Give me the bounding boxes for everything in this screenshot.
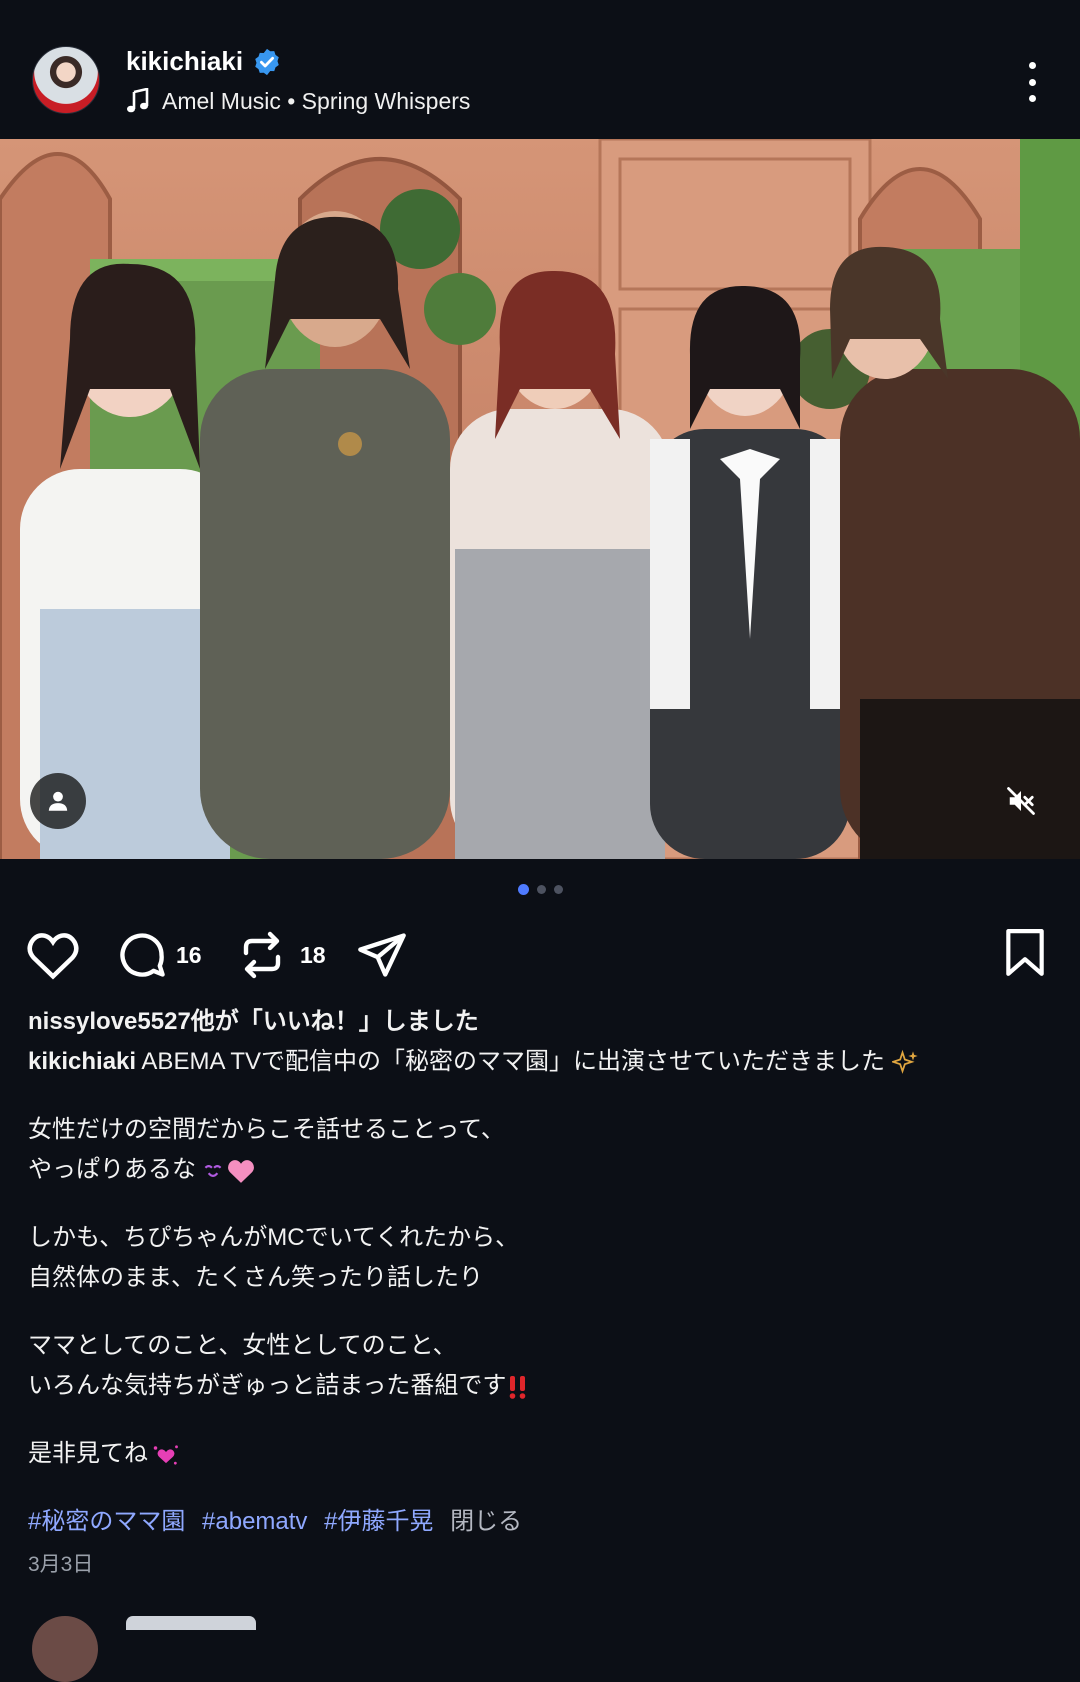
group-photo-image	[0, 139, 1080, 859]
music-attribution[interactable]: Amel Music • Spring Whispers	[126, 86, 470, 116]
share-button[interactable]	[356, 925, 408, 985]
avatar[interactable]	[32, 46, 100, 114]
post-date: 3月3日	[28, 1553, 94, 1576]
save-button[interactable]	[1003, 923, 1047, 983]
hashtag-link[interactable]: #abematv	[202, 1508, 307, 1535]
collapse-caption-link[interactable]: 閉じる	[450, 1508, 522, 1535]
carousel-dot-active	[517, 884, 529, 895]
post-caption: nissylove5527他が「いいね！」しました kikichiaki ABE…	[28, 1002, 1058, 1542]
next-post-username[interactable]	[126, 1616, 256, 1630]
like-button[interactable]	[26, 925, 80, 985]
repost-count: 18	[300, 941, 326, 968]
carousel-dot	[553, 885, 563, 894]
hashtag-list: #秘密のママ園 #abematv #伊藤千晃 閉じる	[28, 1502, 1058, 1542]
post-photo[interactable]	[0, 139, 1080, 859]
post-header: kikichiaki Amel Music • Spring Whispers	[0, 0, 1080, 138]
heart-sparkle-icon	[153, 1445, 178, 1465]
comment-count: 16	[176, 941, 202, 968]
carousel-indicator	[0, 884, 1080, 895]
mute-audio-button[interactable]	[993, 773, 1049, 829]
user-tags-button[interactable]	[30, 773, 86, 829]
caption-paragraph: 女性だけの空間だからこそ話せることって、 やっぱりあるな	[28, 1116, 505, 1183]
more-options-button[interactable]	[1017, 62, 1047, 102]
mute-icon	[1007, 787, 1035, 815]
double-exclamation-icon	[510, 1375, 526, 1399]
caption-author[interactable]: kikichiaki	[28, 1048, 136, 1075]
heart-outline-icon	[27, 933, 79, 980]
caption-text: ABEMA TVで配信中の「秘密のママ園」に出演させていただきました	[141, 1048, 886, 1075]
repost-button[interactable]: 18	[238, 925, 326, 985]
caption-paragraph: ママとしてのこと、女性としてのこと、 いろんな気持ちがぎゅっと詰まった番組です	[28, 1326, 1058, 1406]
comment-button[interactable]: 16	[116, 925, 202, 985]
user-tag-icon	[48, 791, 68, 811]
username[interactable]: kikichiaki	[126, 46, 243, 77]
next-post-avatar[interactable]	[32, 1616, 98, 1682]
sparkles-icon	[891, 1049, 918, 1074]
action-bar: 16 18	[0, 925, 1080, 995]
caption-paragraph: 是非見てね	[28, 1434, 1058, 1474]
pink-heart-icon	[228, 1159, 254, 1183]
carousel-dot	[536, 885, 546, 894]
likes-summary[interactable]: nissylove5527他が「いいね！」しました	[28, 1002, 1058, 1042]
repost-icon	[243, 931, 281, 979]
music-note-icon	[127, 88, 149, 113]
caption-paragraph: しかも、ちぴちゃんがMCでいてくれたから、 自然体のまま、たくさん笑ったり話した…	[28, 1224, 520, 1291]
hashtag-link[interactable]: #秘密のママ園	[28, 1508, 185, 1535]
hashtag-link[interactable]: #伊藤千晃	[324, 1508, 433, 1535]
bookmark-outline-icon	[1006, 929, 1044, 976]
more-vertical-icon	[1028, 62, 1036, 69]
verified-badge-icon	[255, 48, 279, 76]
send-icon	[358, 933, 406, 977]
comment-bubble-icon	[120, 933, 165, 977]
caption-first-line: kikichiaki ABEMA TVで配信中の「秘密のママ園」に出演させていた…	[28, 1042, 1058, 1082]
music-label: Amel Music • Spring Whispers	[162, 87, 471, 114]
smiling-face-icon	[204, 1164, 222, 1177]
